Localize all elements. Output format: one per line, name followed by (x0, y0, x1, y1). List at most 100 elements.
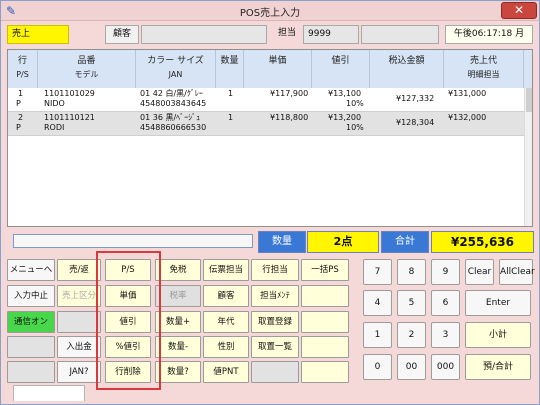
key-8[interactable]: 8 (397, 259, 426, 285)
row-sales: ¥132,000 (448, 113, 487, 122)
qty-plus-button[interactable]: 数量+ (155, 311, 201, 333)
col-discount: 値引 (312, 50, 370, 88)
key-3[interactable]: 3 (431, 322, 460, 348)
empty-key (7, 361, 55, 383)
row-price: ¥118,800 (270, 113, 309, 122)
row-ps: P (16, 123, 21, 132)
empty-key (301, 361, 349, 383)
row-jan: 4548003843645 (140, 99, 207, 108)
close-button[interactable]: ✕ (501, 2, 537, 19)
row-discount-pct: 10% (346, 99, 364, 108)
comm-on-button[interactable]: 通信オン (7, 311, 55, 333)
unit-price-button[interactable]: 単価 (105, 285, 151, 307)
key-6[interactable]: 6 (431, 290, 460, 316)
row-qty: 1 (228, 89, 234, 98)
row-amount: ¥128,304 (396, 118, 435, 127)
discount-button[interactable]: 値引 (105, 311, 151, 333)
row-discount-pct: 10% (346, 123, 364, 132)
ps-button[interactable]: P/S (105, 259, 151, 281)
enter-key[interactable]: Enter (465, 290, 531, 316)
row-color-size: 01 42 白/黒/ｸﾞﾚｰ (140, 89, 203, 98)
row-discount: ¥13,200 (328, 113, 362, 122)
point-button[interactable]: 値PNT (203, 361, 249, 383)
bulk-ps-button[interactable]: 一括PS (301, 259, 349, 281)
customer-key-button[interactable]: 顧客 (203, 285, 249, 307)
empty-key (57, 311, 101, 333)
gender-button[interactable]: 性別 (203, 336, 249, 358)
slip-staff-button[interactable]: 伝票担当 (203, 259, 249, 281)
deposit-total-key[interactable]: 預/合計 (465, 354, 531, 380)
row-model: RODI (44, 123, 65, 132)
col-line: 行 P/S (8, 50, 38, 88)
staff-label: 担当 (277, 28, 296, 38)
row-line: 1 (18, 89, 24, 98)
allclear-key[interactable]: AllClear (499, 259, 535, 285)
key-2[interactable]: 2 (397, 322, 426, 348)
key-1[interactable]: 1 (363, 322, 392, 348)
col-qty: 数量 (216, 50, 244, 88)
key-0[interactable]: 0 (363, 354, 392, 380)
qty-total-label: 数量 (258, 231, 306, 253)
order-list-button[interactable]: 取置一覧 (251, 336, 299, 358)
row-price: ¥117,900 (270, 89, 309, 98)
qty-total-value: 2点 (307, 231, 379, 253)
jan-query-button[interactable]: JAN? (57, 361, 101, 383)
menu-button[interactable]: メニューへ (7, 259, 55, 281)
window-title: POS売上入力 (239, 8, 301, 19)
sales-class-button[interactable]: 売上区分 (57, 285, 101, 307)
col-price: 単価 (244, 50, 312, 88)
order-register-button[interactable]: 取置登録 (251, 311, 299, 333)
tax-free-button[interactable]: 免税 (155, 259, 201, 281)
cash-in-out-button[interactable]: 入出金 (57, 336, 101, 358)
staff-field[interactable]: 9999 (303, 25, 359, 44)
line-staff-button[interactable]: 行担当 (251, 259, 299, 281)
row-code: 1101110121 (44, 113, 95, 122)
row-qty: 1 (228, 113, 234, 122)
grid-scrollbar[interactable] (524, 88, 532, 226)
row-code: 1101101029 (44, 89, 95, 98)
customer-button[interactable]: 顧客 (105, 25, 139, 44)
row-delete-button[interactable]: 行削除 (105, 361, 151, 383)
title-bar: ✎ POS売上入力 ✕ (1, 1, 539, 21)
key-5[interactable]: 5 (397, 290, 426, 316)
key-9[interactable]: 9 (431, 259, 460, 285)
sales-return-button[interactable]: 売/返 (57, 259, 101, 281)
row-model: NIDO (44, 99, 65, 108)
key-4[interactable]: 4 (363, 290, 392, 316)
key-7[interactable]: 7 (363, 259, 392, 285)
col-amount: 税込金額 (370, 50, 444, 88)
empty-key (7, 336, 55, 358)
input-field[interactable] (13, 234, 253, 248)
scrollbar-thumb[interactable] (526, 88, 532, 112)
grand-total-label: 合計 (381, 231, 429, 253)
grid-header: 行 P/S 品番 モデル カラー サイズ JAN 数量 単価 値引 税込金額 売上代明… (8, 50, 532, 88)
clock-display: 午後06:17:18 月 (445, 25, 533, 44)
col-color-size: カラー サイズ JAN (136, 50, 216, 88)
empty-key (301, 285, 349, 307)
staff-maint-button[interactable]: 担当ﾒﾝﾃ (251, 285, 299, 307)
table-row[interactable]: 2 P 1101110121 RODI 01 36 黒/ﾍﾞｰｼﾞｭ 45488… (8, 112, 532, 136)
pct-discount-button[interactable]: %値引 (105, 336, 151, 358)
clear-key[interactable]: Clear (465, 259, 494, 285)
empty-key (251, 361, 299, 383)
subtotal-key[interactable]: 小計 (465, 322, 531, 348)
row-jan: 4548860666530 (140, 123, 207, 132)
col-sales: 売上代 明細担当 (444, 50, 524, 88)
input-stop-button[interactable]: 入力中止 (7, 285, 55, 307)
age-button[interactable]: 年代 (203, 311, 249, 333)
key-000[interactable]: 000 (431, 354, 460, 380)
tax-rate-button[interactable]: 税率 (155, 285, 201, 307)
qty-minus-button[interactable]: 数量- (155, 336, 201, 358)
table-row[interactable]: 1 P 1101101029 NIDO 01 42 白/黒/ｸﾞﾚｰ 45480… (8, 88, 532, 112)
mode-indicator: 売上 (7, 25, 69, 44)
qty-query-button[interactable]: 数量? (155, 361, 201, 383)
grand-total-value: ¥255,636 (431, 231, 534, 253)
key-00[interactable]: 00 (397, 354, 426, 380)
status-tab (13, 385, 85, 401)
row-discount: ¥13,100 (328, 89, 362, 98)
row-sales: ¥131,000 (448, 89, 487, 98)
customer-field[interactable] (141, 25, 267, 44)
empty-key (301, 311, 349, 333)
col-code: 品番 モデル (38, 50, 136, 88)
staff-name-field (361, 25, 439, 44)
